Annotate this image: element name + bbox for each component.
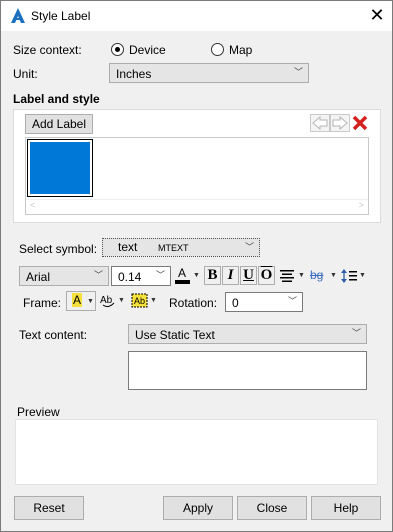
text-content-select[interactable]: Use Static Text ﹀ xyxy=(128,324,367,344)
arrow-right-icon xyxy=(332,115,348,131)
dropdown-arrow-icon: ▼ xyxy=(359,272,366,279)
text-content-value: Use Static Text xyxy=(135,328,215,342)
frame-label: Frame: xyxy=(23,296,62,310)
apply-button[interactable]: Apply xyxy=(163,496,233,520)
dropdown-arrow-icon: ▼ xyxy=(118,297,125,304)
delete-x-icon xyxy=(352,115,368,131)
chevron-down-icon: ﹀ xyxy=(351,328,361,338)
move-left-button[interactable] xyxy=(310,114,330,132)
device-radio[interactable] xyxy=(111,43,124,56)
unit-value: Inches xyxy=(116,67,152,81)
map-radio[interactable] xyxy=(211,43,224,56)
chevron-down-icon: ﹀ xyxy=(93,270,103,280)
label-list-scrollbar[interactable]: < > xyxy=(26,199,368,214)
rotation-value: 0 xyxy=(232,296,239,310)
delete-label-button[interactable] xyxy=(351,114,369,132)
add-label-button[interactable]: Add Label xyxy=(25,114,93,134)
underline-button[interactable]: U xyxy=(240,266,257,285)
preview-area xyxy=(15,419,378,485)
font-color-letter: A xyxy=(178,266,187,280)
frame-fill-button[interactable]: A ▼ xyxy=(66,291,96,311)
help-button[interactable]: Help xyxy=(311,496,381,520)
title-bar: Style Label ✕ xyxy=(1,1,392,31)
dropdown-arrow-icon: ▼ xyxy=(193,272,200,279)
frame-border-icon: Ab xyxy=(100,295,115,308)
frame-border-button[interactable]: Ab ▼ xyxy=(98,291,128,311)
select-symbol-combo[interactable]: text MTEXT ﹀ xyxy=(102,238,260,257)
autocad-map-icon xyxy=(11,8,25,23)
symbol-type: MTEXT xyxy=(158,243,189,253)
arrow-left-icon xyxy=(312,115,328,131)
preview-label: Preview xyxy=(17,405,60,419)
scroll-left-icon[interactable]: < xyxy=(30,200,35,210)
dropdown-arrow-icon: ▼ xyxy=(298,272,305,279)
overline-button[interactable]: O xyxy=(258,266,275,285)
rotation-label: Rotation: xyxy=(169,296,218,310)
chevron-down-icon: ﹀ xyxy=(287,296,297,306)
rotation-select[interactable]: 0 ﹀ xyxy=(225,292,303,312)
close-icon[interactable]: ✕ xyxy=(365,4,389,28)
unit-label: Unit: xyxy=(13,67,38,81)
font-size-value: 0.14 xyxy=(118,270,142,284)
window-title: Style Label xyxy=(31,9,91,23)
map-radio-label[interactable]: Map xyxy=(229,43,252,57)
device-radio-label[interactable]: Device xyxy=(129,43,166,57)
label-list[interactable]: < > xyxy=(25,137,369,215)
close-button[interactable]: Close xyxy=(237,496,307,520)
text-content-input[interactable] xyxy=(128,351,367,390)
dropdown-arrow-icon: ▼ xyxy=(330,272,337,279)
dropdown-arrow-icon: ▼ xyxy=(150,297,157,304)
scroll-right-icon[interactable]: > xyxy=(359,200,364,210)
chevron-down-icon: ﹀ xyxy=(244,242,254,252)
background-mask-label: bg xyxy=(310,268,324,282)
label-swatch-item[interactable] xyxy=(27,139,93,197)
italic-button[interactable]: I xyxy=(222,266,239,285)
symbol-sample-text: text xyxy=(118,240,138,254)
unit-select[interactable]: Inches ﹀ xyxy=(109,63,309,83)
font-color-swatch xyxy=(175,280,190,284)
font-color-button[interactable]: A ▼ xyxy=(173,266,201,286)
label-and-style-heading: Label and style xyxy=(13,92,100,106)
chevron-down-icon: ﹀ xyxy=(293,67,303,77)
size-context-label: Size context: xyxy=(13,43,82,57)
select-symbol-label: Select symbol: xyxy=(19,242,98,256)
move-right-button[interactable] xyxy=(330,114,350,132)
frame-style-button[interactable]: Ab ▼ xyxy=(130,291,160,311)
text-content-label: Text content: xyxy=(19,328,88,342)
bold-button[interactable]: B xyxy=(204,266,221,285)
line-spacing-button[interactable]: ▼ xyxy=(340,267,368,285)
reset-button[interactable]: Reset xyxy=(14,496,84,520)
line-spacing-icon xyxy=(341,269,357,283)
font-select[interactable]: Arial ﹀ xyxy=(19,266,109,286)
font-size-select[interactable]: 0.14 ﹀ xyxy=(111,266,171,286)
svg-text:Ab: Ab xyxy=(100,295,113,306)
chevron-down-icon: ﹀ xyxy=(155,270,165,280)
background-mask-button[interactable]: bg ▼ xyxy=(308,267,338,285)
text-align-button[interactable]: ▼ xyxy=(278,267,306,285)
svg-text:Ab: Ab xyxy=(134,296,145,306)
font-value: Arial xyxy=(26,270,51,284)
frame-style-icon: Ab xyxy=(131,293,148,308)
dropdown-arrow-icon: ▼ xyxy=(87,298,94,305)
align-center-icon xyxy=(280,270,294,282)
label-swatch-color xyxy=(30,142,90,194)
style-label-dialog: Style Label ✕ Size context: Device Map U… xyxy=(0,0,393,532)
frame-fill-letter: A xyxy=(72,293,83,307)
